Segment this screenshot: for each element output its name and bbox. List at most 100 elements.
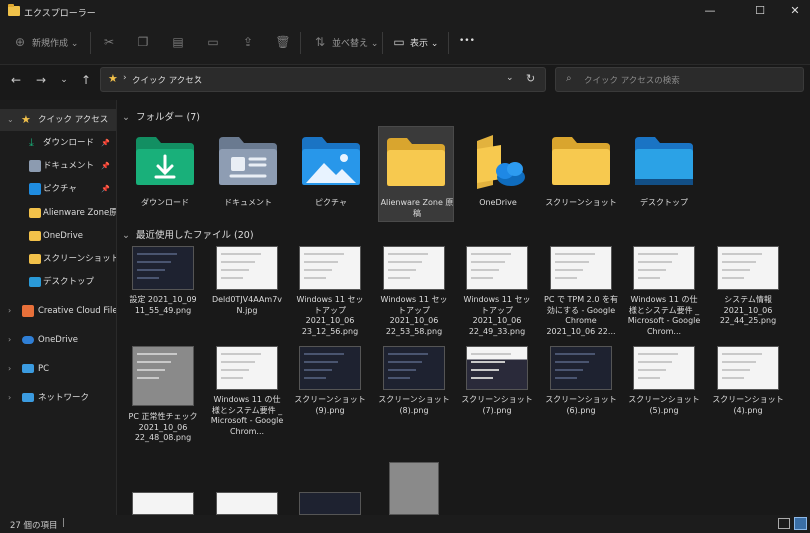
recent-file-item[interactable] [216, 492, 278, 515]
chevron-right-icon[interactable]: › [8, 358, 11, 380]
new-button[interactable]: 新規作成 ⌄ [32, 36, 78, 49]
maximize-button[interactable]: ☐ [740, 0, 780, 24]
sidebar-item-quick-access[interactable]: ⌄ ★ クイック アクセス [0, 109, 116, 131]
recent-file-item[interactable]: Windows 11 セットアップ 2021_10_06 22_53_58.pn… [377, 246, 451, 358]
folders-header-label: フォルダー (7) [136, 112, 200, 123]
sidebar-item-screenshots[interactable]: スクリーンショット [0, 248, 116, 270]
recent-file-item[interactable]: PC で TPM 2.0 を有効にする - Google Chrome 2021… [544, 246, 618, 358]
large-icons-view-icon[interactable] [794, 517, 807, 530]
recent-file-item[interactable]: Deld0TJV4AAm7vN.jpg [210, 246, 284, 358]
chevron-right-icon[interactable]: › [8, 300, 11, 322]
delete-icon[interactable]: 🗑 [275, 34, 291, 50]
sidebar-item-onedrive-folder[interactable]: OneDrive [0, 225, 116, 247]
sidebar-item-downloads[interactable]: ⤓ ダウンロード 📌 [0, 132, 116, 154]
chevron-right-icon[interactable]: › [8, 329, 11, 351]
folder-desktop[interactable]: デスクトップ [628, 127, 700, 219]
thumbnail-line [221, 277, 243, 279]
chevron-down-icon[interactable]: ⌄ [122, 112, 130, 123]
share-icon[interactable]: ⇪ [240, 34, 256, 50]
download-icon: ⤓ [29, 136, 34, 149]
folder-label: OneDrive [479, 198, 517, 207]
star-icon: ★ [108, 72, 118, 85]
new-icon: ⊕ [14, 35, 26, 49]
recent-file-item[interactable]: 設定 2021_10_09 11_55_49.png [126, 246, 200, 358]
title-bar: エクスプローラー — ☐ ✕ [0, 0, 810, 24]
recent-file-item[interactable]: スクリーンショット (9).png [293, 346, 367, 458]
recent-file-item[interactable]: スクリーンショット (4).png [711, 346, 785, 458]
thumbnail-line [638, 353, 678, 355]
recent-file-item[interactable]: Windows 11 セットアップ 2021_10_06 23_12_56.pn… [293, 246, 367, 358]
paste-icon[interactable]: ▤ [170, 34, 186, 50]
sidebar-item-alienware[interactable]: Alienware Zone原稿 [0, 202, 116, 224]
breadcrumb-chevron-icon[interactable]: › [123, 73, 127, 83]
thumbnail-line [388, 377, 410, 379]
breadcrumb-quick-access[interactable]: クイック アクセス [132, 74, 202, 86]
refresh-icon[interactable]: ↻ [526, 72, 535, 85]
recent-file-item[interactable] [132, 492, 194, 515]
recent-file-item[interactable]: Windows 11 の仕様とシステム要件 _ Microsoft - Goog… [627, 246, 701, 358]
recent-file-item[interactable]: スクリーンショット (6).png [544, 346, 618, 458]
rename-icon[interactable]: ▭ [205, 34, 221, 50]
sidebar-item-network[interactable]: › ネットワーク [0, 387, 116, 409]
close-button[interactable]: ✕ [775, 0, 810, 24]
forward-icon[interactable]: → [33, 72, 49, 88]
search-box[interactable]: ⌕ クイック アクセスの検索 [555, 67, 804, 92]
sidebar-item-documents[interactable]: ドキュメント 📌 [0, 155, 116, 177]
star-icon: ★ [21, 113, 31, 126]
back-icon[interactable]: ← [8, 72, 24, 88]
recent-file-item[interactable]: Windows 11 セットアップ 2021_10_06 22_49_33.pn… [460, 246, 534, 358]
chevron-right-icon[interactable]: › [8, 387, 11, 409]
folder-downloads[interactable]: ダウンロード [129, 127, 201, 219]
thumbnail-line [471, 277, 493, 279]
toolbar-divider [90, 32, 91, 54]
folder-alienware[interactable]: Alienware Zone 原稿 [378, 126, 454, 222]
recent-file-item[interactable]: スクリーンショット (8).png [377, 346, 451, 458]
up-icon[interactable]: ↑ [78, 72, 94, 88]
see-more-button[interactable]: ••• [459, 36, 475, 46]
download-folder-icon [136, 137, 194, 185]
folders-section-header[interactable]: ⌄ フォルダー (7) [122, 109, 200, 123]
recent-file-item[interactable]: PC 正常性チェック 2021_10_06 22_48_08.png [126, 346, 200, 458]
details-view-icon[interactable] [778, 518, 790, 529]
thumbnail-line [471, 377, 493, 379]
view-button[interactable]: 表示 ⌄ [410, 36, 438, 49]
address-dropdown-icon[interactable]: ⌄ [506, 73, 514, 83]
chevron-down-icon[interactable]: ⌄ [7, 109, 14, 131]
command-bar: ⊕ 新規作成 ⌄ ✂ ❐ ▤ ▭ ⇪ 🗑 ⇅ 並べ替え ⌄ ▭ 表示 ⌄ ••• [0, 24, 810, 65]
sort-button[interactable]: 並べ替え ⌄ [332, 36, 378, 49]
thumbnail-line [722, 269, 750, 271]
address-bar[interactable]: ★ › クイック アクセス › ⌄ ↻ [100, 67, 546, 92]
chevron-down-icon[interactable]: ⌄ [122, 230, 130, 241]
sidebar-item-pc[interactable]: › PC [0, 358, 116, 380]
thumbnail-line [304, 253, 344, 255]
thumbnail-line [555, 253, 595, 255]
recent-locations-icon[interactable]: ⌄ [56, 72, 72, 88]
thumbnail-line [638, 269, 666, 271]
cut-icon[interactable]: ✂ [101, 34, 117, 50]
sidebar-item-label: OneDrive [43, 231, 83, 241]
thumbnail-line [722, 361, 756, 363]
folder-icon [29, 254, 41, 264]
sidebar-item-pictures[interactable]: ピクチャ 📌 [0, 178, 116, 200]
pin-icon: 📌 [101, 139, 110, 147]
recent-files-section-header[interactable]: ⌄ 最近使用したファイル (20) [122, 227, 254, 241]
recent-file-item[interactable] [299, 492, 361, 515]
recent-file-item[interactable]: Windows 11 の仕様とシステム要件 _ Microsoft - Goog… [210, 346, 284, 458]
copy-icon[interactable]: ❐ [135, 34, 151, 50]
sidebar-item-onedrive[interactable]: › OneDrive [0, 329, 116, 351]
folder-pictures[interactable]: ピクチャ [295, 127, 367, 219]
sidebar-item-creative-cloud[interactable]: › Creative Cloud Files [0, 300, 116, 322]
search-input[interactable]: クイック アクセスの検索 [584, 74, 680, 86]
recent-file-item[interactable]: スクリーンショット (7).png [460, 346, 534, 458]
folder-screenshots[interactable]: スクリーンショット [545, 127, 617, 219]
folder-documents[interactable]: ドキュメント [212, 127, 284, 219]
sidebar-item-desktop[interactable]: デスクトップ [0, 271, 116, 293]
recent-file-item[interactable] [389, 462, 439, 515]
minimize-button[interactable]: — [690, 0, 730, 24]
recent-file-item[interactable]: スクリーンショット (5).png [627, 346, 701, 458]
thumbnail-line [388, 369, 416, 371]
folder-icon [29, 231, 41, 241]
recent-file-item[interactable]: システム情報 2021_10_06 22_44_25.png [711, 246, 785, 358]
folder-onedrive[interactable]: OneDrive [462, 127, 534, 219]
breadcrumb-chevron-icon[interactable]: › [195, 73, 199, 83]
